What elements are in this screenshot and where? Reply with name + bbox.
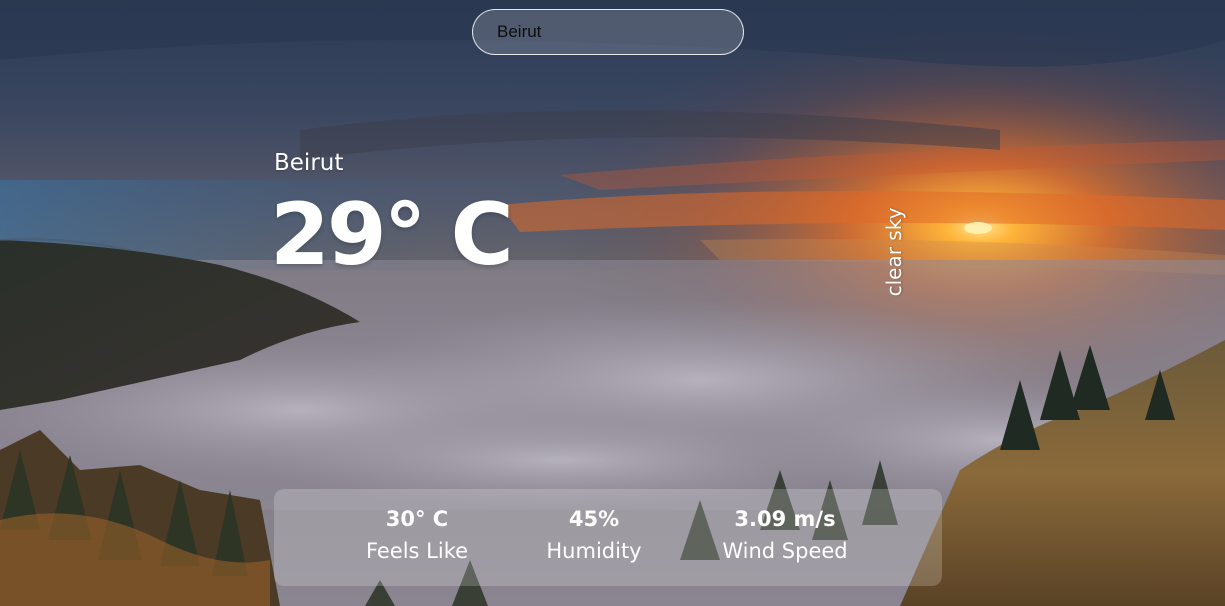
humidity-label: Humidity <box>546 539 642 563</box>
wind-speed-label: Wind Speed <box>722 539 848 563</box>
current-temperature: 29° C <box>270 185 514 285</box>
weather-description: clear sky <box>882 207 906 297</box>
humidity-stat: 45% Humidity <box>546 503 641 567</box>
wind-speed-stat: 3.09 m/s Wind Speed <box>722 503 847 567</box>
feels-like-value: 30° C <box>385 507 449 531</box>
city-search-input[interactable] <box>472 9 744 55</box>
humidity-value: 45% <box>568 507 620 531</box>
wind-speed-value: 3.09 m/s <box>734 507 836 531</box>
search-bar <box>472 9 744 55</box>
feels-like-label: Feels Like <box>365 539 469 563</box>
feels-like-stat: 30° C Feels Like <box>366 503 468 567</box>
weather-stats-panel: 30° C Feels Like 45% Humidity 3.09 m/s W… <box>274 489 942 586</box>
city-name: Beirut <box>274 150 344 176</box>
